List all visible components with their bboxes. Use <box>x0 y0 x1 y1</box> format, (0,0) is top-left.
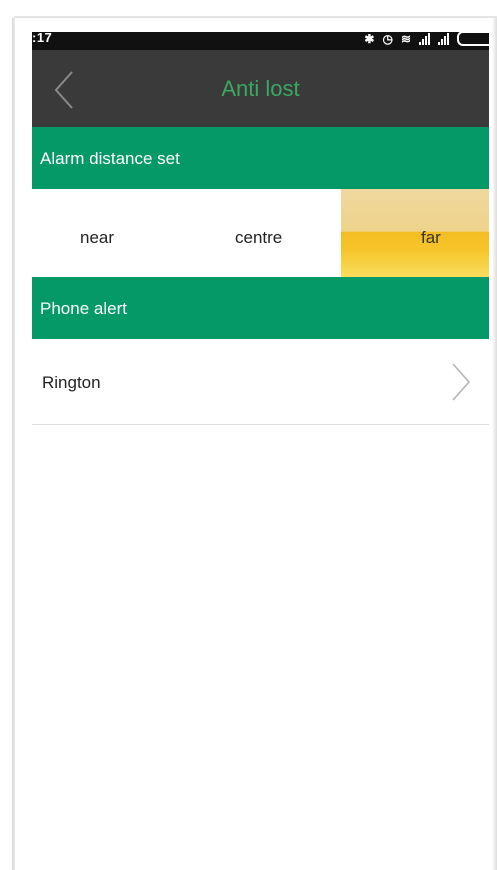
app-header: Anti lost <box>32 50 489 127</box>
signal-icon <box>438 32 449 45</box>
distance-option-far[interactable]: far <box>341 189 489 277</box>
status-time: :17 <box>32 32 53 45</box>
page-edge-right <box>492 18 497 870</box>
phone-screen: :17 ✱ ◷ ≋ Anti lost Alarm distance set n… <box>32 32 489 870</box>
status-icons: ✱ ◷ ≋ <box>364 32 489 46</box>
section-title: Phone alert <box>40 299 127 318</box>
page-edge-top <box>14 16 497 18</box>
chevron-right-icon <box>452 363 471 401</box>
phone-alert-section-header: Phone alert <box>32 277 489 339</box>
battery-icon <box>457 32 489 46</box>
page-edge-left <box>12 18 15 870</box>
option-label: centre <box>235 228 283 247</box>
rington-list-item[interactable]: Rington <box>32 339 489 425</box>
bluetooth-icon: ✱ <box>364 32 375 46</box>
status-bar: :17 ✱ ◷ ≋ <box>32 32 489 50</box>
page-title: Anti lost <box>221 76 300 101</box>
alarm-distance-section-header: Alarm distance set <box>32 127 489 189</box>
rington-label: Rington <box>42 373 101 392</box>
wifi-icon: ≋ <box>400 32 411 46</box>
option-label: far <box>421 228 441 247</box>
distance-option-near[interactable]: near <box>32 189 187 277</box>
distance-option-centre[interactable]: centre <box>187 189 341 277</box>
distance-selector: near centre far <box>32 189 489 277</box>
signal-icon <box>419 32 430 45</box>
option-label: near <box>80 228 115 247</box>
section-title: Alarm distance set <box>40 149 180 168</box>
alarm-icon: ◷ <box>382 32 393 46</box>
